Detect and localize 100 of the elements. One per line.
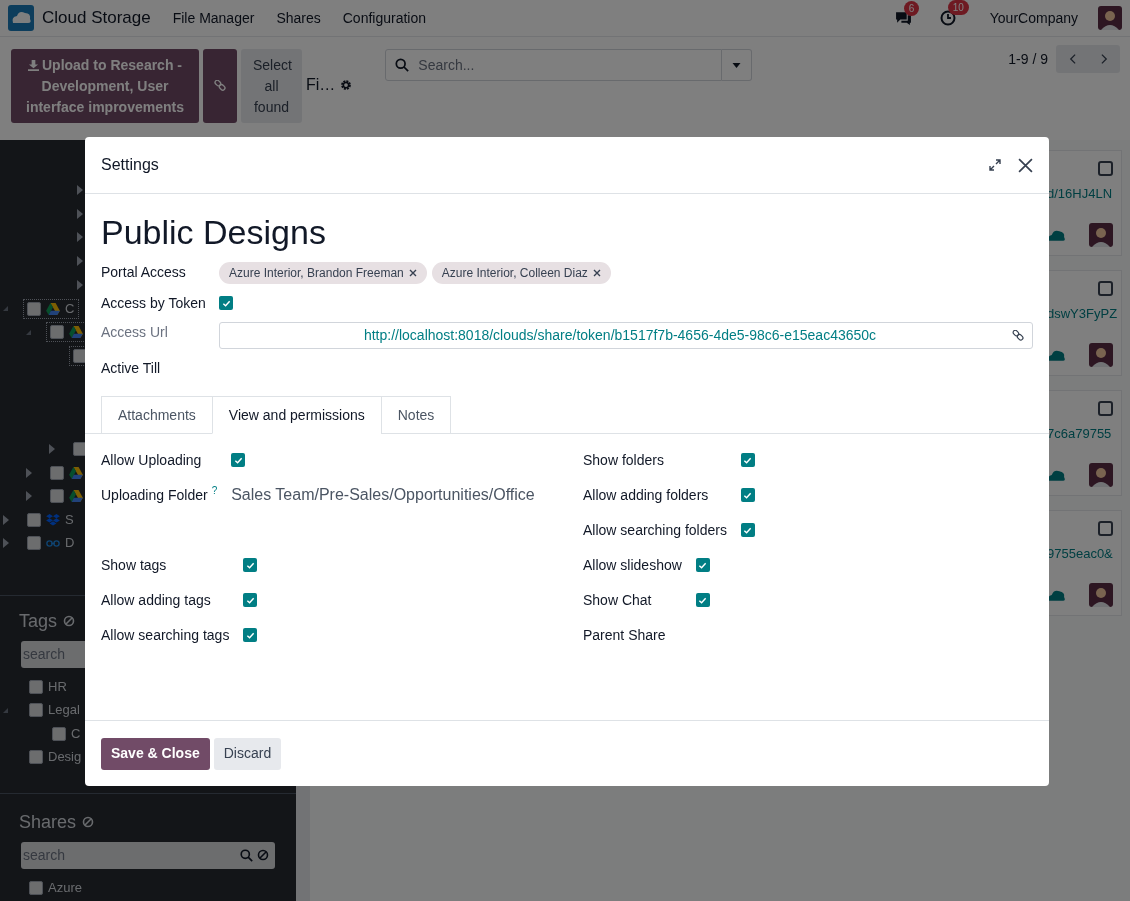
field-label: Allow searching folders [583,521,727,540]
remove-icon[interactable] [592,269,601,277]
folder-name[interactable]: D [65,533,75,553]
field-label: Show tags [101,556,167,575]
checkbox[interactable] [50,489,64,504]
checkbox[interactable] [231,453,246,467]
checkbox[interactable] [219,296,233,310]
app-name[interactable]: Cloud Storage [42,5,151,31]
cloud-icon [1047,589,1066,601]
filter-option[interactable]: Azure [48,878,82,898]
field-label: Access by Token [101,294,206,313]
remove-icon[interactable] [408,269,417,277]
expand-caret-icon[interactable] [3,538,9,549]
clear-filter-icon[interactable] [257,849,269,862]
checkbox[interactable] [27,512,41,527]
checkmark-icon [743,490,753,500]
notification-badge: 10 [947,0,969,15]
expand-caret-icon[interactable] [77,184,83,195]
checkbox[interactable] [52,726,66,741]
checkmark-icon [245,595,255,605]
folder-name[interactable]: C [65,299,75,319]
expand-caret-icon[interactable] [77,208,83,219]
avatar[interactable] [1089,223,1113,247]
filters-label[interactable]: Fi… [306,73,336,97]
checkbox[interactable] [1098,401,1113,416]
field-label: Active Till [101,359,161,378]
avatar[interactable] [1089,463,1113,487]
filter-option[interactable]: C [71,724,81,744]
chat-icon[interactable] [894,10,912,26]
download-icon [28,59,39,71]
clock-icon[interactable] [939,10,956,26]
expand-caret-icon[interactable] [3,514,9,525]
checkmark-icon [743,455,753,465]
checkbox[interactable] [50,465,64,480]
expand-caret-icon[interactable] [49,444,55,455]
menu-item[interactable]: Shares [276,7,321,29]
link-icon [46,538,60,548]
checkbox[interactable] [1098,521,1113,536]
checkbox[interactable] [740,488,755,502]
avatar[interactable] [1089,343,1113,367]
checkbox[interactable] [695,593,710,607]
file-link[interactable]: 9755eac0& [1047,544,1113,564]
filter-option[interactable]: Legal [48,700,80,720]
avatar[interactable] [1089,583,1113,607]
checkbox[interactable] [243,558,258,572]
upload-button[interactable]: Upload to Research - Development, User interface improvements [11,49,199,123]
checkmark-icon [221,298,231,308]
search-icon[interactable] [240,849,253,862]
save-button[interactable]: Save & Close [101,737,210,770]
section-title: Shares [19,811,77,834]
field-label: Parent Share [583,626,666,645]
select-all-button[interactable]: Select all found [241,49,302,123]
link-icon[interactable] [1012,329,1024,342]
checkbox[interactable] [243,628,258,642]
checkbox[interactable] [740,453,755,467]
dropdown-toggle[interactable] [722,49,753,81]
checkbox[interactable] [243,593,258,607]
cloud-icon [1047,229,1066,241]
tab[interactable]: Notes [380,396,452,434]
checkbox[interactable] [1098,281,1113,296]
expand-caret-icon[interactable] [26,491,32,502]
avatar[interactable] [1098,6,1122,30]
checkbox[interactable] [740,523,755,537]
field-label: Show folders [583,451,664,470]
field-label: Uploading Folder [101,486,208,505]
filter-option[interactable]: Desig [48,747,82,767]
checkbox[interactable] [29,750,43,765]
company-name[interactable]: YourCompany [989,7,1078,29]
checkbox[interactable] [27,301,41,316]
close-icon[interactable] [1018,157,1033,173]
expand-caret-icon[interactable] [77,232,83,243]
expand-caret-icon[interactable] [77,256,83,267]
expand-caret-icon[interactable] [77,280,83,291]
chevron-right-icon [1100,53,1108,65]
search-field[interactable]: Search... [385,49,723,81]
checkbox[interactable] [1098,161,1113,176]
settings-icon[interactable] [340,79,353,91]
discard-button[interactable]: Discard [213,737,282,770]
checkbox[interactable] [29,703,43,718]
help-tooltip-mark[interactable]: ? [211,485,218,497]
tab[interactable]: View and permissions [211,396,382,434]
cloud-logo-icon[interactable] [8,5,34,31]
folder-name[interactable]: S [65,510,74,530]
checkbox[interactable] [695,558,710,572]
drive-icon [69,490,83,503]
pager-value[interactable]: 1-9 / 9 [1008,48,1048,70]
checkbox[interactable] [27,536,41,551]
menu-item[interactable]: File Manager [172,7,255,29]
file-link[interactable]: d/16HJ4LN [1047,184,1113,204]
menu-item[interactable]: Configuration [342,7,427,29]
notification-badge: 6 [903,0,920,16]
field-value[interactable]: Sales Team/Pre-Sales/Opportunities/Office [231,485,551,505]
url-field[interactable]: http://localhost:8018/clouds/share/token/b1517f7b-4656-4de5-98c6-e15eac43650c [219,322,1033,349]
filter-option[interactable]: HR [48,677,67,697]
checkbox[interactable] [50,325,64,340]
file-link[interactable]: 7c6a79755 [1047,424,1113,444]
checkbox[interactable] [29,679,43,694]
expand-icon[interactable] [989,159,1001,171]
expand-caret-icon[interactable] [26,467,32,478]
checkbox[interactable] [29,880,43,895]
